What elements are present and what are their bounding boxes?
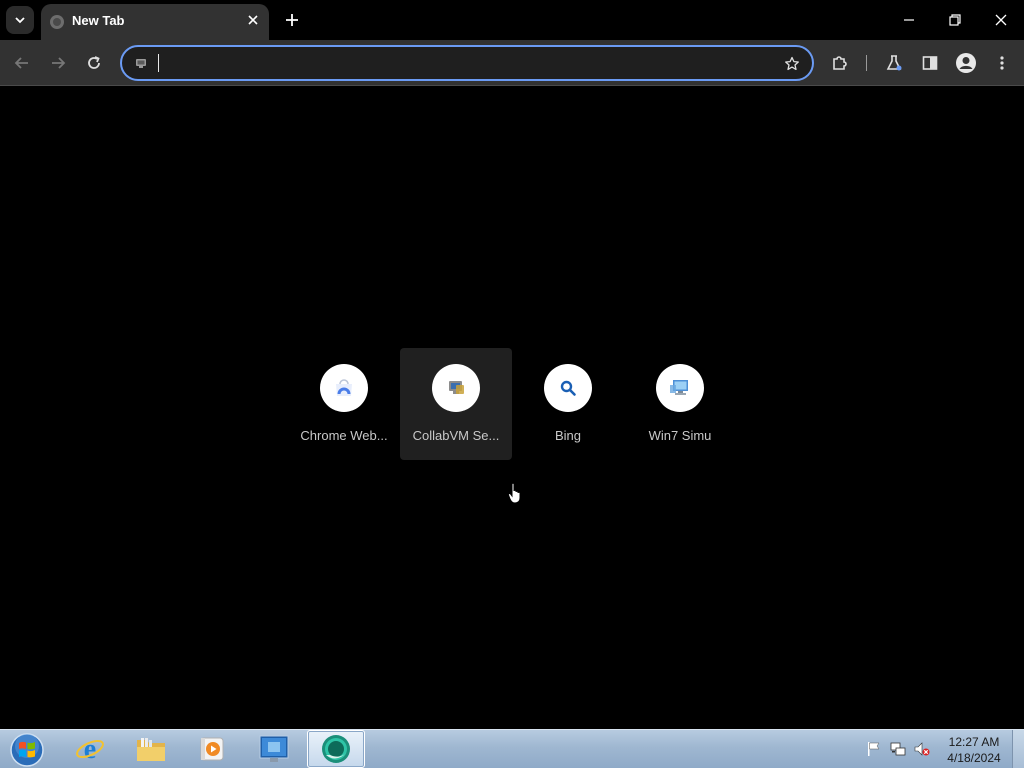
globe-icon (50, 15, 64, 29)
tab-strip: New Tab (0, 0, 1024, 40)
shortcut-label: Bing (554, 428, 582, 443)
browser-toolbar (0, 40, 1024, 86)
new-tab-page: Chrome Web... CollabVM Se... Bing Win7 S… (0, 87, 1024, 729)
bookmark-button[interactable] (782, 54, 802, 74)
puzzle-icon (833, 56, 847, 70)
file-explorer-icon (137, 738, 165, 761)
arrow-left-icon (14, 57, 28, 69)
shortcut-label: Win7 Simu (648, 428, 712, 443)
address-input[interactable] (156, 53, 756, 73)
clock-date: 4/18/2024 (947, 751, 1001, 765)
plus-icon (286, 14, 298, 26)
avatar-icon (956, 53, 976, 73)
taskbar-internet-explorer[interactable]: e (61, 730, 119, 768)
svg-text:e: e (84, 734, 96, 764)
shortcut-label: CollabVM Se... (412, 428, 500, 443)
network-icon[interactable] (890, 741, 906, 757)
tab-close-button[interactable] (244, 11, 262, 29)
reload-icon (88, 56, 100, 69)
restore-icon (949, 14, 961, 26)
collabvm-icon (449, 381, 464, 394)
action-center-flag-icon[interactable] (866, 741, 882, 757)
menu-button[interactable] (988, 49, 1016, 77)
shortcut-label: Chrome Web... (300, 428, 388, 443)
text-caret (158, 54, 159, 72)
bing-search-icon (560, 380, 576, 396)
shortcut-bing[interactable]: Bing (512, 348, 624, 460)
taskbar: e 12:27 AM 4/18/2024 (0, 729, 1024, 768)
close-window-button[interactable] (978, 0, 1024, 40)
hand-pointer-icon (508, 483, 521, 504)
screen: New Tab Chrome Web... CollabVM Se... Bin… (0, 0, 1024, 768)
collabvm-favicon-icon (136, 59, 146, 68)
chrome-icon (322, 735, 350, 763)
remote-desktop-icon (259, 735, 289, 762)
address-bar[interactable] (120, 45, 814, 81)
side-panel-button[interactable] (916, 49, 944, 77)
taskbar-media-player[interactable] (183, 730, 241, 768)
forward-button[interactable] (44, 49, 72, 77)
side-panel-icon (922, 56, 938, 70)
start-button[interactable] (7, 731, 47, 768)
minimize-icon (904, 19, 914, 21)
labs-button[interactable] (880, 49, 908, 77)
flask-icon (886, 55, 902, 71)
taskbar-chrome[interactable] (307, 730, 365, 768)
internet-explorer-icon: e (76, 734, 104, 764)
clock-time: 12:27 AM (948, 735, 1000, 749)
chevron-down-icon (15, 17, 25, 24)
restore-button[interactable] (932, 0, 978, 40)
tab-search-button[interactable] (6, 6, 34, 34)
profile-button[interactable] (952, 49, 980, 77)
system-clock[interactable]: 12:27 AM 4/18/2024 (940, 734, 1008, 766)
taskbar-file-explorer[interactable] (122, 730, 180, 768)
volume-muted-icon[interactable] (914, 741, 930, 757)
back-button[interactable] (8, 49, 36, 77)
taskbar-remote-desktop[interactable] (245, 730, 303, 768)
shortcut-win7-simu[interactable]: Win7 Simu (624, 348, 736, 460)
media-player-icon (200, 737, 224, 761)
close-icon (995, 14, 1007, 26)
arrow-right-icon (52, 57, 66, 69)
shortcut-collabvm[interactable]: CollabVM Se... (400, 348, 512, 460)
close-icon (248, 15, 258, 25)
minimize-button[interactable] (886, 0, 932, 40)
win7-simu-icon (670, 380, 688, 395)
new-tab-button[interactable] (281, 9, 303, 31)
star-icon (785, 56, 799, 71)
windows-start-icon (10, 732, 44, 767)
shortcut-icon-circle (544, 364, 592, 412)
extensions-button[interactable] (826, 49, 854, 77)
shortcut-chrome-web-store[interactable]: Chrome Web... (288, 348, 400, 460)
more-vert-icon (1000, 56, 1004, 70)
shortcut-icon-circle (320, 364, 368, 412)
tab-new-tab[interactable]: New Tab (41, 4, 269, 40)
show-desktop-button[interactable] (1012, 730, 1024, 768)
shortcut-icon-circle (656, 364, 704, 412)
toolbar-divider (866, 55, 867, 71)
reload-button[interactable] (80, 49, 108, 77)
tab-title: New Tab (72, 13, 125, 28)
chrome-web-store-icon (336, 379, 352, 396)
shortcut-icon-circle (432, 364, 480, 412)
